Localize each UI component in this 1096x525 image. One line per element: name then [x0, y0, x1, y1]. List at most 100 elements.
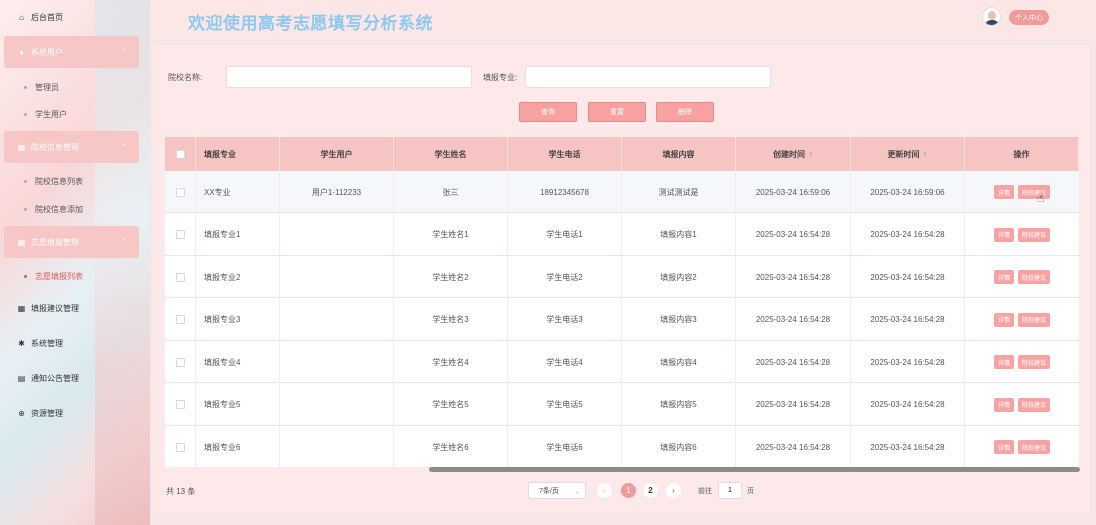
sidebar-group-volunteer[interactable]: ▦ 志愿填报管理 ⌃ [4, 226, 139, 258]
sidebar-item-school-list[interactable]: 院校信息列表 [24, 176, 83, 187]
top-header: 欢迎使用高考志愿填写分析系统 个人中心 [150, 0, 1096, 40]
sidebar-item-school-add[interactable]: 院校信息添加 [24, 204, 83, 215]
school-suggestion-button[interactable]: 院校建议 [1018, 185, 1051, 199]
major-input[interactable] [525, 66, 771, 88]
column-header: 操作 [965, 137, 1079, 171]
table-row: 填报专业2 学生姓名2 学生电话2 填报内容2 2025-03-24 16:54:28 2… [165, 256, 1079, 298]
sidebar-item-label: 填报建议管理 [31, 303, 79, 313]
detail-button[interactable]: 详情 [993, 397, 1014, 412]
column-header[interactable]: 创建时间 ⇕ [736, 137, 851, 171]
row-select-cell [165, 256, 196, 298]
detail-button[interactable]: 详情 [993, 440, 1014, 454]
sidebar-item-suggestion[interactable]: ▦ 填报建议管理 [0, 292, 140, 324]
detail-button[interactable]: 详情 [993, 227, 1014, 242]
table-cell [280, 213, 394, 256]
delete-button[interactable]: 删除 [656, 102, 714, 122]
horizontal-scrollbar[interactable] [429, 467, 1080, 472]
row-checkbox[interactable] [175, 272, 185, 282]
avatar[interactable] [982, 7, 1001, 26]
table-cell: 学生电话6 [508, 426, 622, 467]
reset-button[interactable]: 重置 [588, 102, 646, 122]
table-cell: 学生姓名1 [394, 213, 508, 256]
table-cell [280, 426, 394, 467]
row-checkbox[interactable] [175, 442, 185, 452]
table-cell: 2025-03-24 16:54:28 [736, 213, 851, 256]
actions-cell: 详情 院校建议 [965, 256, 1079, 298]
school-suggestion-button[interactable]: 院校建议 [1018, 312, 1051, 327]
row-checkbox[interactable] [175, 400, 185, 409]
table-row: 填报专业5 学生姓名5 学生电话5 填报内容5 2025-03-24 16:54:28 2… [165, 383, 1079, 426]
school-suggestion-button[interactable]: 院校建议 [1018, 397, 1051, 412]
page-title: 欢迎使用高考志愿填写分析系统 [188, 14, 433, 33]
sidebar-group-system-users[interactable]: ● 系统用户 ⌃ [4, 36, 139, 68]
school-suggestion-button[interactable]: 院校建议 [1018, 227, 1051, 242]
sidebar-item-label: 系统管理 [31, 338, 63, 348]
row-select-cell [165, 341, 196, 383]
select-all-checkbox[interactable] [175, 149, 185, 159]
sidebar-item-students[interactable]: 学生用户 [24, 109, 67, 120]
row-checkbox[interactable] [175, 230, 185, 239]
sidebar-item-system[interactable]: ✱ 系统管理 [0, 327, 140, 359]
table-cell [280, 341, 394, 383]
detail-button[interactable]: 详情 [993, 312, 1014, 327]
row-select-cell [165, 298, 196, 341]
school-suggestion-button[interactable]: 院校建议 [1018, 440, 1051, 454]
home-icon: ⌂ [19, 12, 24, 22]
prev-page-button[interactable]: ‹ [597, 483, 612, 498]
table-cell: 2025-03-24 16:54:28 [736, 383, 851, 426]
school-name-input[interactable] [226, 66, 472, 88]
row-checkbox[interactable] [175, 187, 185, 197]
grid-icon: ▦ [17, 142, 26, 152]
major-label: 填报专业: [483, 73, 518, 82]
sidebar-item-admin[interactable]: 管理员 [24, 82, 59, 93]
actions-cell: 详情 院校建议 [965, 214, 1079, 256]
table-cell: 填报内容5 [622, 383, 736, 426]
grid-icon: ▦ [17, 303, 26, 313]
sort-icon[interactable]: ⇕ [808, 151, 813, 158]
chevron-left-icon: ‹ [603, 486, 606, 495]
actions-cell: 详情 院校建议 [965, 384, 1079, 426]
page-2-button[interactable]: 2 [643, 483, 658, 498]
table-cell: 学生电话2 [508, 256, 622, 298]
table-cell: 填报内容3 [622, 298, 736, 341]
detail-button[interactable]: 详情 [993, 270, 1014, 284]
column-header-label: 创建时间 [772, 149, 805, 159]
table-cell: 2025-03-24 16:54:28 [851, 298, 965, 341]
sidebar-item-home[interactable]: ⌂ 后台首页 [0, 1, 140, 33]
row-checkbox[interactable] [175, 357, 185, 367]
column-header-label: 学生电话 [548, 149, 581, 159]
query-button[interactable]: 查询 [519, 102, 577, 122]
table-cell: 填报专业6 [196, 426, 280, 467]
table-cell: 张三 [394, 171, 508, 213]
next-page-button[interactable]: › [666, 483, 681, 498]
row-checkbox[interactable] [175, 315, 185, 324]
column-header-label: 更新时间 [887, 149, 920, 159]
school-suggestion-button[interactable]: 院校建议 [1018, 355, 1051, 369]
page-1-button[interactable]: 1 [621, 483, 636, 498]
sidebar-group-school-info[interactable]: ▦ 院校信息管理 ⌃ [4, 131, 139, 163]
chevron-right-icon: › [672, 486, 675, 495]
page-size-value: 7条/页 [539, 487, 559, 495]
sort-icon[interactable]: ⇕ [922, 151, 927, 158]
select-all-cell [165, 137, 196, 171]
profile-button[interactable]: 个人中心 [1009, 10, 1049, 25]
school-suggestion-button[interactable]: 院校建议 [1018, 270, 1051, 284]
table-cell: 填报内容1 [622, 213, 736, 256]
page-size-select[interactable]: 7条/页 ⌄ [528, 482, 586, 499]
detail-button[interactable]: 详情 [993, 355, 1014, 369]
settings-icon: ✱ [18, 338, 25, 348]
sidebar: ⌂ 后台首页 ● 系统用户 ⌃ 管理员 学生用户 ▦ 院校信息管理 ⌃ 院校信息… [0, 0, 150, 525]
sidebar-item-resources[interactable]: ⊕ 资源管理 [0, 397, 140, 429]
table-cell [280, 383, 394, 426]
table-cell: 2025-03-24 16:54:28 [736, 298, 851, 341]
column-header[interactable]: 更新时间 ⇕ [851, 137, 965, 171]
goto-page-input[interactable] [718, 482, 742, 499]
table-cell: 填报专业5 [196, 383, 280, 426]
sidebar-item-volunteer-list[interactable]: 志愿填报列表 [24, 271, 83, 282]
sidebar-item-notice[interactable]: ▤ 通知公告管理 [0, 362, 140, 394]
table-cell: 填报专业3 [196, 298, 280, 341]
detail-button[interactable]: 详情 [993, 185, 1014, 199]
column-header: 填报专业 [196, 137, 280, 171]
sidebar-item-label: 资源管理 [31, 408, 63, 418]
table-row: 填报专业4 学生姓名4 学生电话4 填报内容4 2025-03-24 16:54:28 2… [165, 341, 1079, 383]
